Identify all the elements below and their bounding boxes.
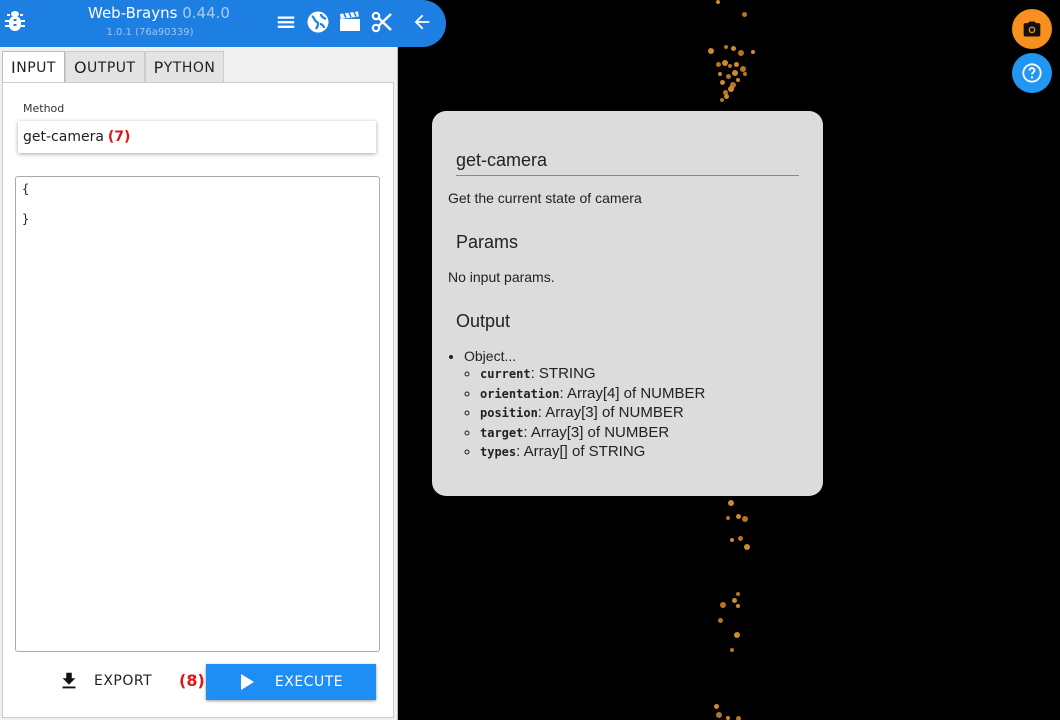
particle [720, 80, 725, 85]
particle [730, 648, 734, 652]
particle [718, 618, 723, 623]
particle [714, 704, 719, 709]
particle [751, 50, 755, 54]
tab-input[interactable]: I NPUT [2, 51, 65, 83]
particle [743, 72, 747, 76]
download-icon [62, 672, 76, 689]
editor-line: } [22, 212, 30, 226]
output-field: current: STRING [480, 364, 705, 384]
tab-python[interactable]: P YTHON [144, 51, 225, 83]
doc-title: get-camera [456, 150, 799, 176]
particle [726, 716, 730, 720]
app-title: Web-Brayns 0.44.0 [88, 4, 230, 22]
particle [734, 62, 739, 67]
globe-button[interactable] [305, 9, 331, 35]
app-header: Web-Brayns 0.44.0 1.0.1 (76a90339) [0, 0, 446, 47]
particle [730, 538, 734, 542]
particle [731, 46, 736, 51]
particle [736, 716, 741, 720]
camera-icon [1023, 21, 1041, 37]
particle [718, 72, 722, 76]
particle [716, 62, 721, 67]
particle [720, 602, 726, 608]
method-field[interactable]: get-camera (7) [18, 121, 376, 153]
particle [736, 514, 741, 519]
left-panel: I NPUT O UTPUT P YTHON Method get-camera (7… [0, 0, 398, 720]
method-label: Method [23, 102, 65, 115]
bug-icon[interactable] [4, 9, 26, 33]
particle [736, 604, 740, 608]
method-doc-card: get-camera Get the current state of came… [432, 111, 823, 496]
export-button[interactable]: EXPORT [58, 664, 152, 698]
back-button[interactable] [409, 9, 435, 35]
particle [742, 516, 748, 522]
params-text: No input params. [448, 269, 555, 285]
play-icon [240, 674, 254, 690]
particle [708, 48, 714, 54]
output-heading: Output [456, 311, 511, 331]
output-field: position: Array[3] of NUMBER [480, 403, 705, 423]
help-button[interactable] [1012, 53, 1052, 93]
snapshot-button[interactable] [1012, 9, 1052, 49]
particle [742, 12, 747, 17]
particle [734, 632, 740, 638]
clapperboard-icon [340, 11, 360, 31]
particle [738, 536, 743, 541]
execute-button[interactable]: EXECUTE [206, 664, 376, 700]
particle [738, 50, 744, 56]
execute-label: EXECUTE [274, 674, 344, 690]
particle [716, 0, 720, 4]
particle [724, 94, 729, 99]
output-field: target: Array[3] of NUMBER [480, 423, 705, 443]
scissors-icon [371, 11, 392, 33]
particle [716, 712, 722, 718]
step-marker-8: (8) [179, 671, 205, 690]
globe-icon [307, 11, 329, 33]
menu-button[interactable] [273, 9, 299, 35]
editor-line: { [22, 182, 30, 196]
params-heading: Params [456, 232, 519, 252]
output-field: orientation: Array[4] of NUMBER [480, 384, 705, 404]
app-name: Web-Brayns [88, 4, 178, 22]
build-info: 1.0.1 (76a90339) [106, 27, 194, 38]
params-editor[interactable]: { } [15, 176, 380, 652]
particle [728, 500, 734, 506]
output-spec: Object... current: STRING orientation: A… [448, 348, 705, 462]
method-value: get-camera [23, 129, 104, 145]
particle [720, 98, 724, 102]
output-type: Object... current: STRING orientation: A… [464, 348, 705, 462]
export-label: EXPORT [94, 673, 153, 689]
app-version: 0.44.0 [182, 4, 230, 22]
arrow-left-icon [414, 14, 430, 30]
particle [728, 64, 732, 68]
particle [744, 544, 750, 550]
scissors-button[interactable] [369, 9, 395, 35]
particle [726, 516, 730, 520]
movie-button[interactable] [337, 9, 363, 35]
particle [726, 74, 731, 79]
output-field: types: Array[] of STRING [480, 442, 705, 462]
particle [732, 598, 737, 603]
particle [732, 70, 738, 76]
tab-output[interactable]: O UTPUT [64, 51, 145, 83]
doc-description: Get the current state of camera [448, 190, 642, 206]
particle [728, 86, 734, 92]
step-marker-7: (7) [107, 129, 131, 145]
help-icon [1022, 63, 1042, 83]
particle [736, 592, 740, 596]
particle [736, 78, 740, 82]
menu-icon [277, 16, 295, 28]
particle [724, 45, 728, 49]
tab-bar: I NPUT O UTPUT P YTHON [2, 51, 225, 83]
